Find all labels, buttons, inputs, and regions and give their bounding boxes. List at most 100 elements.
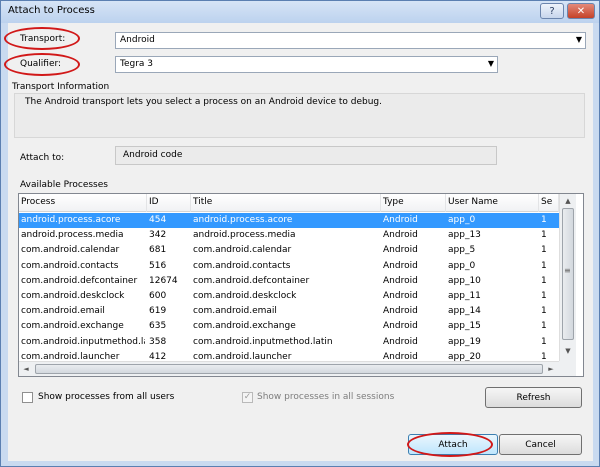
process-list[interactable]: Process ID Title Type User Name Se andro… — [18, 193, 584, 377]
scrollbar-corner — [559, 361, 576, 376]
cell-session: 1 — [541, 275, 547, 286]
qualifier-highlight-ellipse — [4, 53, 80, 76]
cell-session: 1 — [541, 245, 547, 256]
qualifier-value: Tegra 3 — [120, 59, 154, 69]
transport-info-heading: Transport Information — [12, 82, 110, 92]
table-row[interactable]: com.android.contacts 516 com.android.conta… — [19, 259, 559, 274]
column-header-process[interactable]: Process — [19, 194, 147, 212]
show-all-users-label[interactable]: Show processes from all users — [38, 392, 174, 402]
dialog-client-area: Transport: Android ▼ Qualifier: Tegra 3 … — [4, 23, 593, 461]
cell-session: 1 — [541, 291, 547, 301]
cell-process: android.process.acore — [21, 215, 121, 225]
cell-process: com.android.deskclock — [21, 291, 125, 301]
table-row[interactable]: com.android.calendar 681 com.android.calen… — [19, 243, 559, 258]
attach-to-field[interactable]: Android code — [115, 146, 497, 165]
cancel-button[interactable]: Cancel — [499, 434, 582, 455]
window-title: Attach to Process — [8, 5, 95, 16]
show-all-users-checkbox[interactable] — [22, 392, 33, 403]
cell-type: Android — [383, 275, 418, 286]
cell-process: com.android.calendar — [21, 245, 120, 256]
scroll-right-icon[interactable]: ► — [544, 362, 558, 376]
cell-type: Android — [383, 291, 418, 301]
vertical-scrollbar[interactable]: ▲ ≡ ▼ — [559, 194, 576, 361]
cell-title: com.android.email — [193, 306, 277, 317]
cell-id: 635 — [149, 321, 167, 332]
horizontal-scrollbar[interactable]: ◄ ► — [19, 361, 559, 376]
cell-user-name: app_15 — [448, 321, 481, 332]
scroll-up-icon[interactable]: ▲ — [560, 194, 576, 208]
cell-session: 1 — [541, 321, 547, 332]
transport-info-panel: The Android transport lets you select a … — [14, 93, 585, 138]
cell-title: com.android.inputmethod.latin — [193, 336, 333, 347]
transport-value: Android — [120, 35, 155, 45]
column-header-id[interactable]: ID — [147, 194, 191, 212]
table-row[interactable]: com.android.exchange 635 com.android.excha… — [19, 319, 559, 334]
cell-process: com.android.defcontainer — [21, 275, 138, 286]
cell-id: 619 — [149, 306, 167, 317]
column-header-title[interactable]: Title — [191, 194, 381, 212]
cell-session: 1 — [541, 230, 547, 241]
available-processes-heading: Available Processes — [20, 180, 108, 190]
cell-id: 12674 — [149, 275, 178, 286]
scroll-down-icon[interactable]: ▼ — [560, 344, 576, 358]
horizontal-scroll-thumb[interactable] — [35, 364, 543, 374]
table-row[interactable]: android.process.acore 454 android.process.… — [19, 213, 559, 228]
title-bar[interactable]: Attach to Process ? ✕ — [1, 1, 599, 23]
show-all-sessions-checkbox: ✓ — [242, 392, 253, 403]
cell-id: 681 — [149, 245, 167, 256]
column-header-user-name[interactable]: User Name — [446, 194, 539, 212]
table-row[interactable]: com.android.deskclock 600 com.android.desk… — [19, 289, 559, 304]
cell-id: 516 — [149, 260, 167, 271]
table-row[interactable]: com.android.email 619 com.android.email And… — [19, 304, 559, 319]
cell-user-name: app_14 — [448, 306, 481, 317]
close-button[interactable]: ✕ — [567, 3, 595, 19]
cell-type: Android — [383, 306, 418, 317]
cell-title: com.android.calendar — [193, 245, 292, 256]
cell-process: com.android.email — [21, 306, 105, 317]
cell-user-name: app_13 — [448, 230, 481, 241]
cell-title: com.android.exchange — [193, 321, 296, 332]
cell-user-name: app_19 — [448, 336, 481, 347]
transport-info-text: The Android transport lets you select a … — [25, 97, 383, 107]
cell-process: com.android.inputmethod.la... — [21, 336, 145, 347]
cell-id: 342 — [149, 230, 167, 241]
transport-combobox[interactable]: Android ▼ — [115, 32, 586, 49]
cell-title: com.android.contacts — [193, 260, 291, 271]
vertical-scroll-thumb[interactable]: ≡ — [562, 208, 574, 340]
refresh-button[interactable]: Refresh — [485, 387, 582, 408]
cell-type: Android — [383, 336, 418, 347]
help-icon: ? — [549, 5, 555, 17]
table-row[interactable]: android.process.media 342 android.process.… — [19, 228, 559, 243]
cell-session: 1 — [541, 306, 547, 317]
table-row[interactable]: com.android.inputmethod.la... 358 com.andr… — [19, 335, 559, 350]
chevron-down-icon: ▼ — [575, 35, 582, 44]
cell-session: 1 — [541, 215, 547, 225]
show-all-sessions-label: Show processes in all sessions — [257, 392, 395, 402]
help-button[interactable]: ? — [540, 3, 564, 19]
check-icon: ✓ — [243, 392, 252, 402]
cell-title: com.android.defcontainer — [193, 275, 310, 286]
cell-type: Android — [383, 230, 418, 241]
chevron-down-icon: ▼ — [487, 59, 494, 68]
transport-highlight-ellipse — [4, 27, 80, 50]
cell-type: Android — [383, 245, 418, 256]
cell-title: android.process.media — [193, 230, 296, 241]
attach-to-process-dialog: Attach to Process ? ✕ Transport: Android… — [0, 0, 600, 467]
column-header-type[interactable]: Type — [381, 194, 446, 212]
close-icon: ✕ — [576, 5, 586, 17]
cell-session: 1 — [541, 260, 547, 271]
cell-process: com.android.exchange — [21, 321, 124, 332]
cell-user-name: app_11 — [448, 291, 481, 301]
cell-type: Android — [383, 215, 418, 225]
cell-user-name: app_0 — [448, 260, 476, 271]
column-header-session[interactable]: Se — [539, 194, 559, 212]
cell-id: 454 — [149, 215, 167, 225]
attach-to-value: Android code — [123, 150, 183, 160]
qualifier-combobox[interactable]: Tegra 3 ▼ — [115, 56, 498, 73]
scroll-left-icon[interactable]: ◄ — [19, 362, 33, 376]
cell-process: com.android.contacts — [21, 260, 119, 271]
cell-session: 1 — [541, 336, 547, 347]
process-list-header: Process ID Title Type User Name Se — [19, 194, 559, 212]
cell-title: android.process.acore — [193, 215, 293, 225]
table-row[interactable]: com.android.defcontainer 12674 com.android… — [19, 274, 559, 289]
